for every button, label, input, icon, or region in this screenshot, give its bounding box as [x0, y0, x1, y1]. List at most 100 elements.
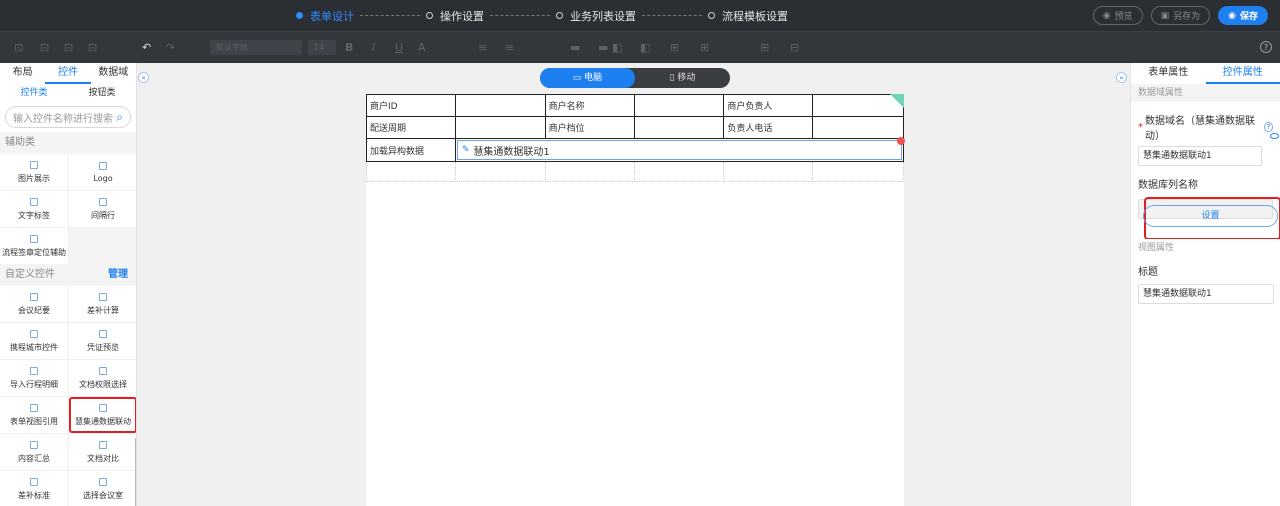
font-family-select[interactable]: 默认字体 [210, 40, 302, 55]
save-as-button[interactable]: ▣ 另存为 [1150, 6, 1211, 25]
edit-icon[interactable]: ✎ [462, 145, 470, 155]
subtab-control-types[interactable]: 控件类 [0, 84, 68, 102]
font-family-value: 默认字体 [216, 43, 248, 52]
table-cell[interactable]: 商户负责人 [723, 94, 814, 117]
step-form-design[interactable]: 表单设计 [296, 8, 354, 24]
tab-controls[interactable]: 控件 [45, 63, 91, 84]
paste-icon[interactable]: ⊡ [64, 41, 73, 54]
table-cell[interactable] [454, 94, 546, 117]
step-flow-template[interactable]: 流程模板设置 [708, 8, 788, 24]
control-image-display[interactable]: 图片展示 [0, 154, 68, 190]
save-button[interactable]: ◉ 保存 [1218, 6, 1268, 25]
bold-icon[interactable]: B [345, 41, 353, 54]
align-icon[interactable]: ≡ [478, 41, 487, 54]
left-scrollbar[interactable] [135, 438, 136, 506]
search-icon[interactable]: ⌕ [116, 110, 123, 125]
control-spacer-row[interactable]: 间隔行 [69, 191, 136, 227]
insert-icon[interactable]: ⊞ [760, 41, 769, 54]
format-painter-icon[interactable]: ⊡ [88, 41, 97, 54]
step-label: 流程模板设置 [722, 9, 788, 23]
fill-color-icon[interactable]: ◧ [612, 41, 622, 54]
control-voucher-preview[interactable]: 凭证预览 [69, 323, 136, 359]
control-search-input[interactable]: 输入控件名称进行搜索 ⌕ [5, 106, 131, 128]
merge-icon[interactable]: ⊞ [670, 41, 679, 54]
control-logo[interactable]: Logo [69, 154, 136, 190]
control-import-itinerary[interactable]: 导入行程明细 [0, 360, 68, 396]
collapse-right-icon[interactable]: » [1116, 72, 1127, 83]
table-row: 加载异构数据 ✎ 慧集通数据联动1 [366, 137, 905, 162]
left-panel: 布局 控件 数据域 控件类 按钮类 输入控件名称进行搜索 ⌕ 辅助类 图片展示 … [0, 63, 137, 506]
right-tabs: 表单属性 控件属性 [1131, 63, 1280, 84]
preview-button[interactable]: ◉ 预览 [1092, 6, 1143, 25]
tab-data-domain[interactable]: 数据域 [91, 63, 136, 84]
control-doc-permission[interactable]: 文档权限选择 [69, 360, 136, 396]
step-business-list[interactable]: 业务列表设置 [556, 8, 636, 24]
step-label: 表单设计 [310, 9, 354, 23]
font-size-select[interactable]: 14 [308, 40, 336, 55]
tab-form-properties[interactable]: 表单属性 [1131, 63, 1206, 84]
title-input[interactable]: 慧集通数据联动1 [1138, 284, 1274, 304]
redo-icon[interactable]: ↷ [166, 41, 175, 54]
help-icon[interactable]: ? [1264, 122, 1273, 132]
table-cell[interactable] [454, 161, 546, 182]
table-cell[interactable]: 配送周期 [366, 116, 456, 139]
help-icon[interactable]: ? [1260, 41, 1272, 53]
control-ctrip-city[interactable]: 携程城市控件 [0, 323, 68, 359]
table-cell[interactable] [812, 161, 904, 182]
linked-control[interactable]: ✎ 慧集通数据联动1 [456, 137, 905, 160]
set-button[interactable]: 设置 [1143, 205, 1278, 227]
cut-icon[interactable]: ⊡ [14, 41, 23, 54]
table-cell[interactable] [544, 161, 635, 182]
data-field-input[interactable]: 慧集通数据联动1 [1138, 146, 1262, 166]
tab-control-properties[interactable]: 控件属性 [1205, 63, 1280, 84]
subtab-button-types[interactable]: 按钮类 [68, 84, 136, 102]
control-select-room[interactable]: 选择会议室 [69, 471, 136, 506]
italic-icon[interactable]: I [372, 41, 375, 54]
collapse-left-icon[interactable]: « [138, 72, 149, 83]
control-form-view-ref[interactable]: 表单视图引用 [0, 397, 68, 433]
delete-icon[interactable]: ⊟ [790, 41, 799, 54]
device-pc[interactable]: ▭ 电脑 [540, 68, 635, 88]
table-cell[interactable]: 负责人电话 [723, 116, 814, 139]
font-color-icon[interactable]: A [418, 41, 426, 54]
control-allowance-calc[interactable]: 差补计算 [69, 286, 136, 322]
line-spacing-icon[interactable]: ≡ [505, 41, 514, 54]
border-style-icon[interactable]: ▬ [598, 41, 608, 54]
border-icon[interactable]: ▬ [570, 41, 580, 54]
table-cell[interactable]: 商户档位 [544, 116, 635, 139]
table-cell[interactable]: 商户ID [366, 94, 456, 117]
table-cell[interactable] [633, 116, 725, 139]
device-mobile[interactable]: ▯ 移动 [635, 68, 730, 88]
control-allowance-standard[interactable]: 差补标准 [0, 471, 68, 506]
undo-icon[interactable]: ↶ [142, 41, 151, 54]
control-seal-position[interactable]: 流程签章定位辅助 [0, 228, 68, 264]
table-cell[interactable] [812, 116, 904, 139]
delete-icon[interactable] [897, 137, 905, 145]
linked-control-cell[interactable]: ✎ 慧集通数据联动1 [454, 137, 905, 162]
image-icon [30, 160, 38, 169]
step-operation-settings[interactable]: 操作设置 [426, 8, 484, 24]
copy-icon[interactable]: ⊡ [40, 41, 49, 54]
device-toggle: ▭ 电脑 ▯ 移动 [540, 68, 730, 88]
cell-color-icon[interactable]: ◧ [640, 41, 650, 54]
table-cell[interactable] [454, 116, 546, 139]
control-hjt-data-link[interactable]: 慧集通数据联动 [69, 397, 136, 433]
table-cell[interactable] [366, 161, 456, 182]
manage-link[interactable]: 管理 [108, 264, 128, 286]
table-cell[interactable]: 商户名称 [544, 94, 635, 117]
table-cell[interactable] [723, 161, 814, 182]
control-text-label[interactable]: 文字标签 [0, 191, 68, 227]
underline-icon[interactable]: U [395, 41, 403, 54]
table-cell[interactable] [633, 94, 725, 117]
control-doc-compare[interactable]: 文档对比 [69, 434, 136, 470]
top-actions: ◉ 预览 ▣ 另存为 ◉ 保存 [1092, 6, 1268, 25]
split-icon[interactable]: ⊞ [700, 41, 709, 54]
step-dot-icon [296, 12, 303, 19]
tab-layout[interactable]: 布局 [0, 63, 45, 84]
permission-icon [99, 366, 107, 375]
control-content-summary[interactable]: 内容汇总 [0, 434, 68, 470]
eye-icon[interactable] [1270, 133, 1279, 139]
table-cell[interactable]: 加载异构数据 [366, 138, 456, 162]
table-cell[interactable] [633, 161, 725, 182]
control-meeting-minutes[interactable]: 会议纪要 [0, 286, 68, 322]
